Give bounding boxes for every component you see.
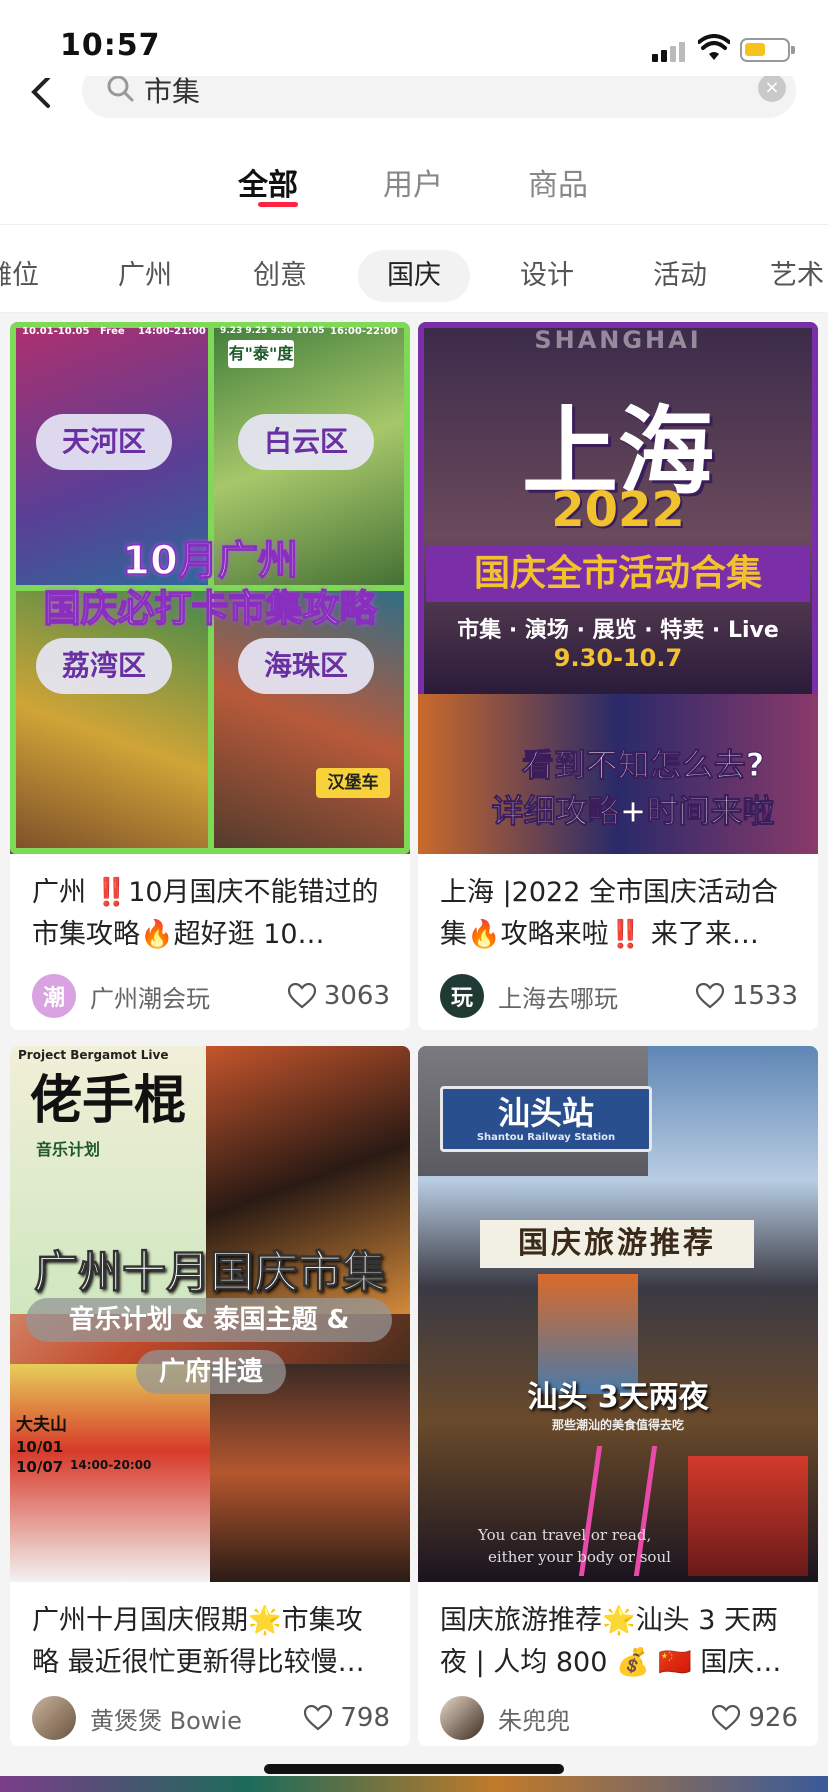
divider [0,224,828,225]
cellular-signal-icon [652,40,688,62]
cover-script: You can travel or read, [478,1526,652,1544]
cover-bottom-text: 看到不知怎么去? [521,746,765,785]
filter-chips: 摊位 广州 创意 国庆 设计 活动 艺术 [0,240,828,310]
cover-subtitle: 音乐计划 & 泰国主题 & [26,1298,392,1342]
cover-year: 2022 [551,482,685,538]
date-range-right: 9.23 9.25 9.30 10.05 [220,326,325,336]
chip-creative[interactable]: 创意 [235,250,325,302]
poster-project: Project Bergamot Live [18,1048,169,1062]
next-row-preview [0,1776,828,1792]
heart-icon [287,983,316,1009]
like-count: 798 [340,1703,390,1733]
like-count: 1533 [731,981,798,1011]
cover-trip: 汕头 3天两夜 [527,1380,709,1415]
tab-all[interactable]: 全部 [238,160,298,204]
home-indicator[interactable] [264,1764,564,1774]
cover-subtitle: 广府非遗 [136,1350,286,1394]
sign-board: 有"泰"度 [228,340,294,368]
chip-events[interactable]: 活动 [635,250,725,302]
search-query-text: 市集 [144,76,201,108]
search-icon [107,76,134,102]
note-card[interactable]: 汕头站 Shantou Railway Station 国庆旅游推荐 汕头 3天… [418,1046,818,1746]
chip-guangzhou[interactable]: 广州 [100,250,190,302]
cover-headline: 广州十月国庆市集 [34,1247,387,1299]
author-row[interactable]: 潮 广州潮会玩 [32,974,210,1018]
time-range-right: 16:00-22:00 [330,326,398,337]
battery-icon [740,38,795,62]
chip-national-day[interactable]: 国庆 [358,250,470,302]
avatar[interactable]: 潮 [32,974,76,1018]
district-label: 天河区 [36,414,172,470]
cover-script: either your body or soul [488,1548,671,1566]
cover-dates: 9.30-10.7 [553,644,683,672]
district-label: 海珠区 [238,638,374,694]
cover-small-caption: 那些潮汕的美食值得去吃 [551,1418,684,1432]
search-row: 市集 × [0,76,828,126]
cover-watermark: SHANGHAI [534,326,702,354]
cover-banner: 国庆旅游推荐 [480,1220,754,1268]
poster-date: 10/07 [16,1458,64,1476]
district-label: 荔湾区 [36,638,172,694]
chip-stall[interactable]: 摊位 [0,250,52,302]
search-input[interactable]: 市集 × [82,76,796,118]
author-name[interactable]: 上海去哪玩 [498,979,618,1014]
note-cover-image[interactable]: 汕头站 Shantou Railway Station 国庆旅游推荐 汕头 3天… [418,1046,818,1582]
author-row[interactable]: 玩 上海去哪玩 [440,974,618,1018]
note-title[interactable]: 广州 ‼️10月国庆不能错过的市集攻略🔥超好逛 10… [32,872,388,956]
like-count: 3063 [323,981,390,1011]
author-row[interactable]: 朱兜兜 [440,1696,570,1740]
author-name[interactable]: 黄煲煲 Bowie [90,1701,242,1736]
tab-products[interactable]: 商品 [528,160,588,204]
like-count: 926 [748,1703,798,1733]
status-time: 10:57 [60,28,161,63]
poster-title: 佬手棍 [30,1071,187,1131]
tab-users[interactable]: 用户 [383,160,443,204]
wifi-icon [698,34,730,60]
result-type-tabs: 全部 用户 商品 [0,150,828,220]
poster-venue: 大夫山 [16,1415,67,1435]
chip-art[interactable]: 艺术 [770,250,828,302]
note-cover-image[interactable]: Project Bergamot Live 佬手棍 音乐计划 广州十月国庆市集 … [10,1046,410,1582]
heart-icon [695,983,724,1009]
poster-date: 10/01 [16,1438,64,1456]
note-card[interactable]: Project Bergamot Live 佬手棍 音乐计划 广州十月国庆市集 … [10,1046,410,1746]
poster-music-plan: 音乐计划 [36,1140,101,1159]
heart-icon [304,1705,333,1731]
note-card[interactable]: SHANGHAI 上海 2022 国庆全市活动合集 市集 · 演场 · 展览 ·… [418,322,818,1030]
date-range-left: 10.01-10.05 [22,326,90,337]
chip-design[interactable]: 设计 [502,250,592,302]
free-label: Free [100,326,125,337]
cover-categories: 市集 · 演场 · 展览 · 特卖 · Live [457,618,779,643]
note-title[interactable]: 国庆旅游推荐🌟汕头 3 天两夜 | 人均 800 💰 🇨🇳 国庆… [440,1600,796,1684]
clear-search-icon[interactable]: × [758,76,786,102]
station-sign-english: Shantou Railway Station [476,1132,616,1143]
note-cover-image[interactable]: SHANGHAI 上海 2022 国庆全市活动合集 市集 · 演场 · 展览 ·… [418,322,818,854]
district-label: 白云区 [238,414,374,470]
author-name[interactable]: 广州潮会玩 [90,979,210,1014]
heart-icon [712,1705,741,1731]
poster-time: 14:00-20:00 [70,1458,152,1472]
time-range-left: 14:00-21:00 [138,326,206,337]
avatar[interactable] [440,1696,484,1740]
note-title[interactable]: 上海 |2022 全市国庆活动合集🔥攻略来啦‼️ 来了来… [440,872,796,956]
avatar[interactable] [32,1696,76,1740]
cover-headline: 国庆必打卡市集攻略 [43,586,378,631]
like-button[interactable]: 798 [304,1696,390,1740]
like-button[interactable]: 3063 [287,974,390,1018]
note-cover-image[interactable]: 10.01-10.05 Free 14:00-21:00 9.23 9.25 9… [10,322,410,854]
cover-bottom-text: 详细攻略+时间来啦 [491,792,775,831]
author-name[interactable]: 朱兜兜 [498,1701,570,1736]
back-arrow-icon[interactable] [28,78,54,114]
like-button[interactable]: 1533 [695,974,798,1018]
note-card[interactable]: 10.01-10.05 Free 14:00-21:00 9.23 9.25 9… [10,322,410,1030]
note-title[interactable]: 广州十月国庆假期🌟市集攻略 最近很忙更新得比较慢… [32,1600,388,1684]
author-row[interactable]: 黄煲煲 Bowie [32,1696,242,1740]
avatar[interactable]: 玩 [440,974,484,1018]
active-tab-indicator [258,202,298,207]
like-button[interactable]: 926 [712,1696,798,1740]
burger-truck-sticker: 汉堡车 [316,768,390,798]
cover-subtitle: 国庆全市活动合集 [426,546,810,602]
